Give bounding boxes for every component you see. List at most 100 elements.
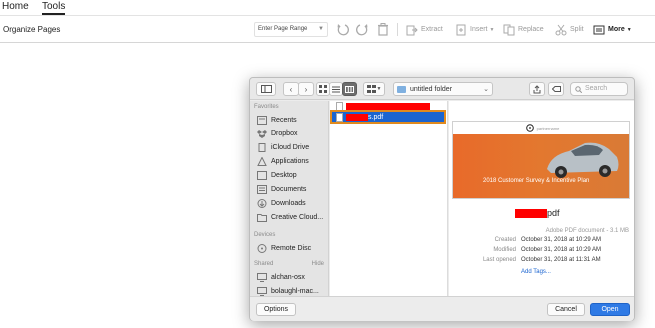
search-placeholder: Search (585, 85, 608, 92)
options-button[interactable]: Options (256, 303, 296, 316)
chevron-down-icon: ▼ (318, 26, 324, 32)
rotate-right-icon[interactable] (354, 22, 370, 37)
sidebar-item-documents[interactable]: Documents (257, 183, 306, 195)
disc-icon (257, 243, 267, 253)
computer-icon (257, 286, 267, 296)
shared-header: Shared (254, 261, 274, 267)
sidebar-item-label: Documents (271, 185, 307, 193)
file-row[interactable] (332, 101, 444, 111)
sidebar-item-alchan-osx[interactable]: alchan-osx (257, 271, 305, 283)
options-label: Options (263, 306, 289, 313)
sidebar-item-label: Applications (271, 157, 309, 165)
sidebar-item-creative-cloud[interactable]: Creative Cloud... (257, 211, 323, 223)
tag-icon (551, 86, 561, 92)
document-thumbnail: partnername 2018 Customer Survey & Incen… (452, 121, 630, 199)
thumbnail-title: 2018 Customer Survey & Incentive Plan (483, 178, 590, 184)
organize-toolbar: Organize Pages Enter Page Range ▼ Extrac… (0, 17, 655, 43)
rotate-left-icon[interactable] (335, 22, 351, 37)
last-opened-label: Last opened (482, 257, 516, 263)
cancel-button[interactable]: Cancel (547, 303, 585, 316)
computer-icon (257, 272, 267, 282)
columns-icon (345, 85, 354, 93)
nav-tools[interactable]: Tools (42, 1, 66, 15)
split-button[interactable]: Split (555, 22, 584, 37)
sidebar-item-label: Recents (271, 116, 297, 124)
redacted-filename (346, 102, 430, 110)
split-label: Split (570, 26, 584, 33)
sidebar-item-desktop[interactable]: Desktop (257, 169, 297, 181)
folder-location-popup[interactable]: untitled folder ⌄ (393, 82, 493, 96)
chevron-down-icon: ▼ (376, 86, 382, 92)
sidebar-item-applications[interactable]: Applications (257, 155, 309, 167)
more-button[interactable]: More ▼ (593, 22, 632, 37)
arrange-icon (366, 85, 376, 93)
dialog-toolbar: ‹ › ▼ untitled folder ⌄ Search (250, 78, 634, 100)
favorites-header: Favorites (254, 104, 279, 110)
documents-icon (257, 184, 267, 194)
car-image (547, 142, 619, 178)
file-row-selected[interactable]: s.pdf (330, 110, 446, 124)
nav-home[interactable]: Home (2, 1, 29, 12)
sidebar-item-label: iCloud Drive (271, 143, 310, 151)
desktop-icon (257, 170, 267, 180)
extract-button[interactable]: Extract (406, 22, 443, 37)
applications-icon (257, 156, 267, 166)
list-icon (332, 86, 340, 92)
devices-header: Devices (254, 232, 276, 238)
open-file-dialog: ‹ › ▼ untitled folder ⌄ Search Favorites… (249, 77, 635, 321)
toolbar-title: Organize Pages (3, 25, 61, 34)
back-button[interactable]: ‹ (283, 82, 299, 96)
preview-name-suffix: pdf (547, 208, 560, 218)
page-range-select[interactable]: Enter Page Range ▼ (254, 22, 328, 37)
trash-icon[interactable] (375, 22, 391, 37)
view-icons-button[interactable] (316, 82, 330, 96)
extract-icon (406, 25, 418, 35)
insert-label: Insert (470, 26, 488, 33)
arrange-button[interactable]: ▼ (363, 82, 385, 96)
sidebar-item-label: bolaughl-mac... (271, 287, 319, 295)
dialog-sidebar: Favorites Recents Dropbox iCloud Drive A… (250, 101, 329, 296)
sidebar-item-label: Desktop (271, 171, 297, 179)
top-nav: Home Tools (0, 0, 655, 16)
sidebar-toggle-button[interactable] (256, 82, 276, 96)
toolbar-divider (397, 23, 398, 36)
redacted-filename (346, 113, 368, 121)
folder-icon (257, 213, 267, 222)
forward-button[interactable]: › (298, 82, 314, 96)
file-name-suffix: s.pdf (368, 113, 384, 121)
more-label: More (608, 26, 625, 33)
sidebar-item-label: Remote Disc (271, 244, 312, 252)
search-input[interactable]: Search (570, 82, 628, 96)
share-icon (533, 84, 541, 93)
sidebar-item-downloads[interactable]: Downloads (257, 197, 306, 209)
sidebar-item-recents[interactable]: Recents (257, 114, 297, 126)
last-opened-value: October 31, 2018 at 11:31 AM (521, 257, 601, 263)
created-label: Created (494, 237, 516, 243)
scissors-icon (555, 24, 567, 35)
folder-name: untitled folder (410, 85, 453, 93)
view-columns-button[interactable] (342, 82, 357, 96)
view-list-button[interactable] (329, 82, 343, 96)
document-icon (258, 142, 266, 152)
tags-button[interactable] (548, 82, 564, 96)
sidebar-item-dropbox[interactable]: Dropbox (257, 127, 297, 139)
shared-hide-link[interactable]: Hide (312, 261, 324, 267)
preview-file-name: pdf (515, 208, 560, 218)
sidebar-item-icloud-drive[interactable]: iCloud Drive (257, 141, 309, 153)
preview-file-kind: Adobe PDF document - 3.1 MB (545, 228, 629, 234)
sidebar-item-remote-disc[interactable]: Remote Disc (257, 242, 311, 254)
replace-icon (503, 24, 515, 35)
steering-wheel-icon (525, 124, 534, 132)
open-button[interactable]: Open (590, 303, 630, 316)
sidebar-item-label: Downloads (271, 199, 306, 207)
add-tags-link[interactable]: Add Tags... (521, 269, 551, 275)
insert-button[interactable]: Insert ▼ (455, 22, 494, 37)
file-list-column: s.pdf (330, 101, 448, 296)
share-button[interactable] (529, 82, 545, 96)
insert-icon (456, 24, 466, 35)
file-preview: partnername 2018 Customer Survey & Incen… (449, 101, 634, 296)
pdf-file-icon (336, 112, 343, 122)
page-range-value: Enter Page Range (258, 26, 308, 32)
replace-button[interactable]: Replace (503, 22, 544, 37)
replace-label: Replace (518, 26, 544, 33)
